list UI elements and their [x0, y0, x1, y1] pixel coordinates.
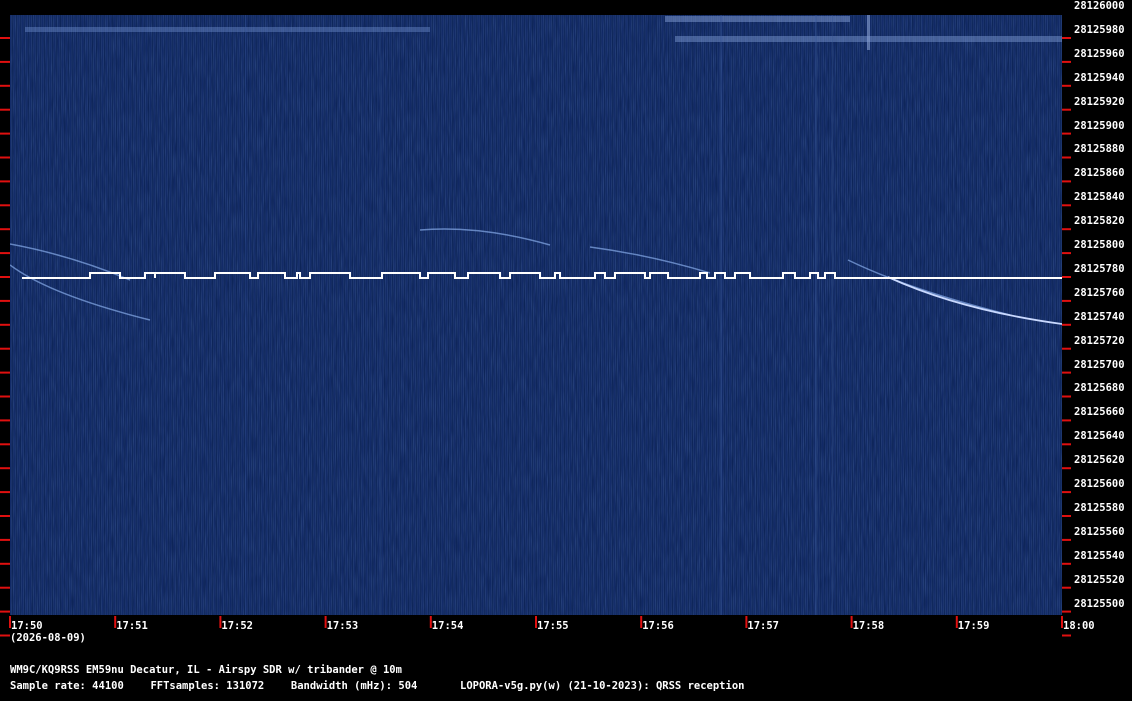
sample-rate: Sample rate: 44100	[10, 680, 124, 692]
x-tick-label: 17:53	[326, 620, 359, 632]
y-tick-label: 28125900	[1074, 119, 1125, 132]
y-tick-label: 28125560	[1074, 525, 1125, 538]
y-tick-label: 28125860	[1074, 167, 1125, 180]
x-tick-label: 17:51	[116, 620, 148, 632]
x-tick-label: 17:56	[642, 620, 674, 632]
y-tick-label: 28125700	[1074, 358, 1125, 371]
x-tick-label: 17:59	[957, 620, 990, 632]
fft-samples: FFTsamples: 131072	[150, 680, 265, 692]
software-version: LOPORA-v5g.py(w) (21-10-2023): QRSS rece…	[460, 680, 745, 692]
y-tick-label: 28125780	[1074, 262, 1125, 275]
x-tick-label: 17:58	[852, 620, 885, 632]
y-tick-label: 28125580	[1074, 501, 1125, 514]
y-tick-label: 28125840	[1074, 191, 1125, 204]
x-tick-label: 18:00	[1063, 620, 1095, 632]
x-tick-label: 17:57	[747, 620, 779, 632]
axis-ticks	[0, 0, 1132, 697]
y-tick-label: 28125500	[1074, 597, 1125, 610]
y-tick-label: 28125520	[1074, 573, 1125, 586]
y-tick-label: 28125620	[1074, 454, 1125, 467]
y-tick-label: 28125660	[1074, 406, 1125, 419]
x-tick-label: 17:52	[221, 620, 253, 632]
x-tick-label: 17:50	[11, 620, 43, 632]
y-tick-label: 28125940	[1074, 71, 1125, 84]
y-tick-label: 28125960	[1074, 47, 1125, 60]
y-tick-label: 28125880	[1074, 143, 1125, 156]
x-tick-label: 17:54	[431, 620, 464, 632]
y-tick-label: 28125540	[1074, 549, 1125, 562]
y-tick-label: 28125980	[1074, 23, 1125, 36]
y-tick-label: 28125800	[1074, 239, 1125, 251]
y-tick-label: 28125680	[1074, 382, 1125, 395]
y-tick-label: 28125640	[1074, 430, 1125, 443]
y-tick-label: 28125820	[1074, 215, 1125, 228]
bandwidth: Bandwidth (mHz): 504	[290, 680, 418, 692]
reception-parameters: Sample rate: 44100 FFTsamples: 131072 Ba…	[10, 680, 744, 692]
station-info: WM9C/KQ9RSS EM59nu Decatur, IL - Airspy …	[10, 664, 402, 676]
y-tick-label: 28125600	[1074, 478, 1125, 490]
y-tick-label: 28126000	[1074, 0, 1125, 12]
y-tick-label: 28125720	[1074, 334, 1125, 347]
y-tick-label: 28125740	[1074, 310, 1125, 323]
y-tick-label: 28125760	[1074, 286, 1125, 299]
x-tick-label: 17:55	[537, 620, 569, 632]
y-tick-label: 28125920	[1074, 95, 1125, 108]
date-label: (2026-08-09)	[10, 632, 86, 644]
